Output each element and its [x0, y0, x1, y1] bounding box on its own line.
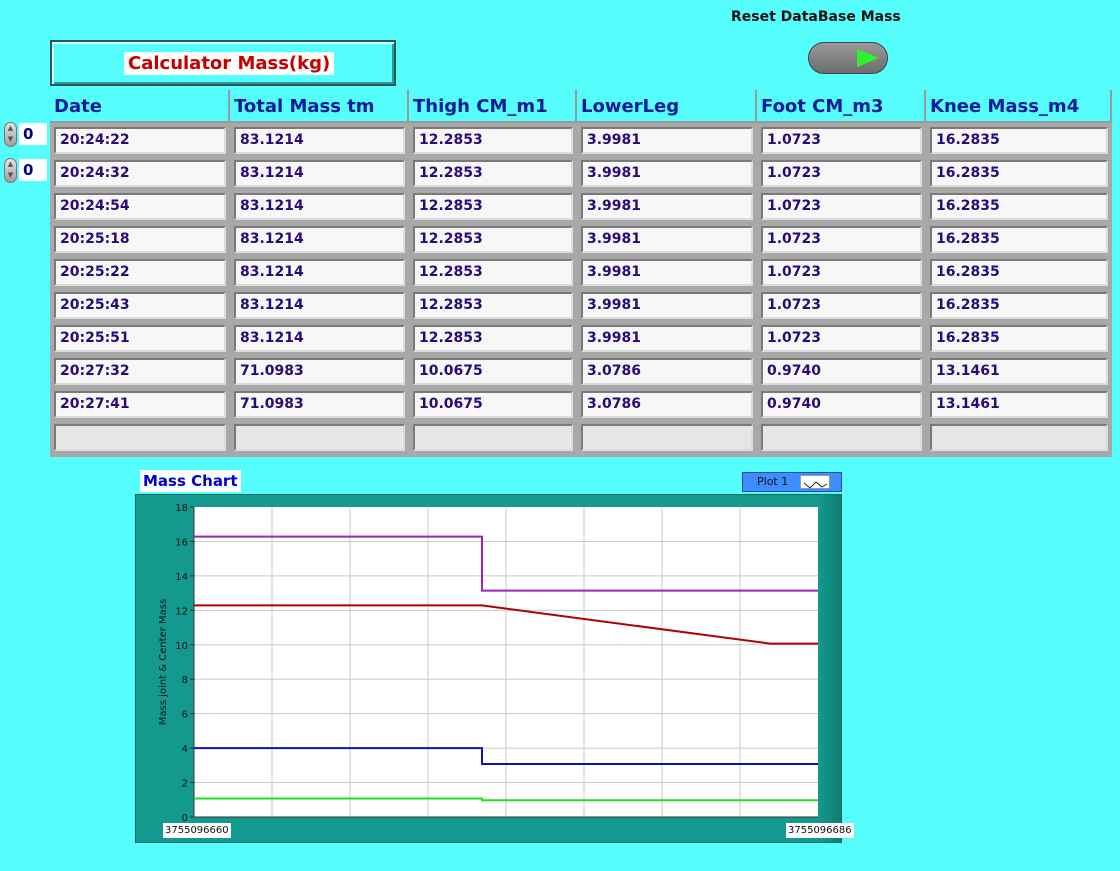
y-tick-label: 18 — [175, 503, 188, 514]
x-tick-label: 3755096686 — [786, 823, 854, 838]
y-tick-label: 6 — [182, 710, 188, 721]
y-axis-label: Mass joint & Center Mass — [158, 599, 169, 725]
x-tick-label: 3755096660 — [163, 823, 231, 838]
y-tick-label: 2 — [182, 779, 188, 790]
mass-chart: 024681012141618Mass joint & Center Mass — [158, 503, 818, 824]
y-tick-label: 8 — [182, 675, 188, 686]
y-tick-label: 10 — [175, 641, 188, 652]
y-tick-label: 12 — [175, 606, 188, 617]
y-tick-label: 4 — [182, 744, 188, 755]
y-tick-label: 16 — [175, 537, 188, 548]
y-tick-label: 14 — [175, 572, 188, 583]
